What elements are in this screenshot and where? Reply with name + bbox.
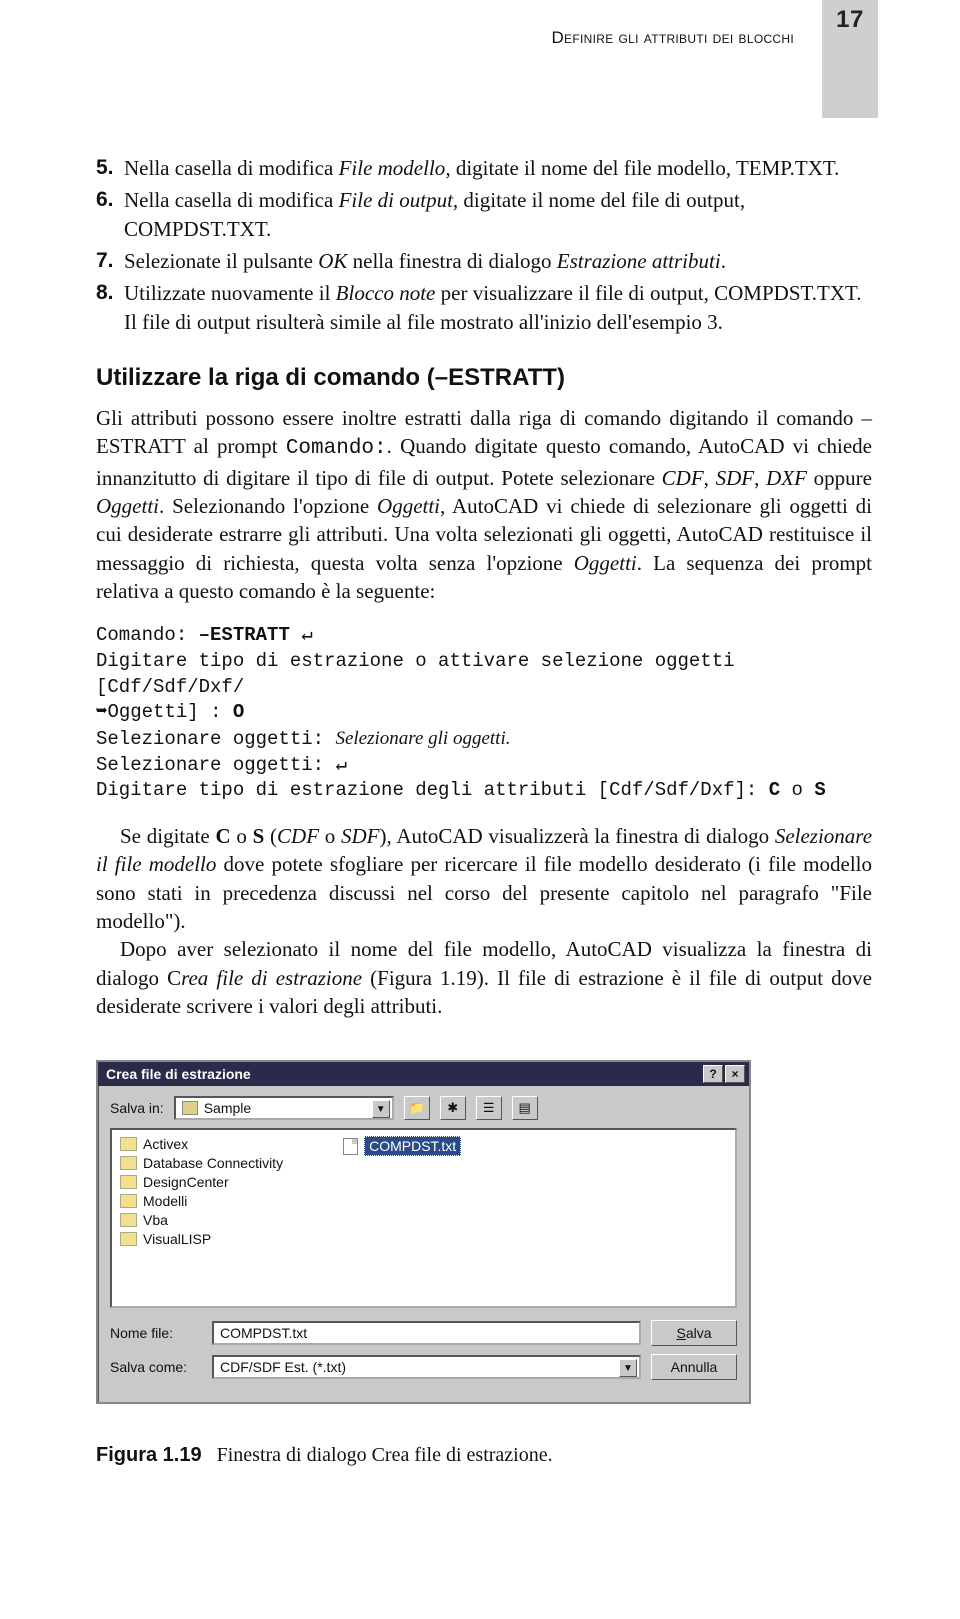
step-item: 7.Selezionate il pulsante OK nella fines… [96,247,872,275]
header-title: Definire gli attributi dei blocchi [551,28,794,48]
list-item[interactable]: DesignCenter [120,1174,283,1190]
filename-field[interactable]: COMPDST.txt [212,1321,641,1345]
chevron-down-icon[interactable]: ▼ [372,1100,390,1118]
close-icon[interactable]: × [725,1065,745,1083]
list-item[interactable]: Vba [120,1212,283,1228]
step-item: 5.Nella casella di modifica File modello… [96,154,872,182]
folder-icon [120,1156,137,1170]
folder-icon [182,1101,198,1115]
paragraph-after-1: Se digitate C o S (CDF o SDF), AutoCAD v… [96,822,872,935]
step-text: Selezionate il pulsante OK nella finestr… [124,247,872,275]
savein-label: Salva in: [110,1100,164,1116]
caption-text: Finestra di dialogo Crea file di estrazi… [217,1444,553,1466]
running-header: Definire gli attributi dei blocchi 17 [0,0,960,118]
file-icon [343,1138,358,1155]
help-icon[interactable]: ? [703,1065,723,1083]
page-number: 17 [836,6,864,34]
step-number: 6. [96,186,124,243]
filename-value: COMPDST.txt [220,1325,307,1341]
step-item: 8.Utilizzate nuovamente il Blocco note p… [96,279,872,336]
step-number: 8. [96,279,124,336]
save-button[interactable]: Salva [651,1320,737,1346]
savetype-value: CDF/SDF Est. (*.txt) [220,1359,346,1375]
dialog-titlebar: Crea file di estrazione ? × [98,1062,749,1086]
details-view-icon[interactable]: ▤ [512,1096,538,1120]
command-block: Comando: –ESTRATT ↵Digitare tipo di estr… [96,623,872,803]
section-heading: Utilizzare la riga di comando (–ESTRATT) [96,364,872,392]
page-number-box: 17 [822,0,878,118]
numbered-steps: 5.Nella casella di modifica File modello… [96,154,872,336]
selected-file: COMPDST.txt [364,1136,461,1156]
up-folder-icon[interactable]: 📁 [404,1096,430,1120]
dialog-title: Crea file di estrazione [106,1066,251,1082]
step-text: Nella casella di modifica File modello, … [124,154,872,182]
step-number: 7. [96,247,124,275]
caption-label: Figura 1.19 [96,1444,202,1466]
folder-icon [120,1194,137,1208]
step-item: 6.Nella casella di modifica File di outp… [96,186,872,243]
step-text: Utilizzate nuovamente il Blocco note per… [124,279,872,336]
savein-value: Sample [204,1100,251,1116]
new-folder-icon[interactable]: ✱ [440,1096,466,1120]
savetype-dropdown[interactable]: CDF/SDF Est. (*.txt) ▼ [212,1355,641,1379]
list-item[interactable]: Activex [120,1136,283,1152]
step-number: 5. [96,154,124,182]
paragraph-intro: Gli attributi possono essere inoltre est… [96,404,872,605]
step-text: Nella casella di modifica File di output… [124,186,872,243]
list-view-icon[interactable]: ☰ [476,1096,502,1120]
file-list[interactable]: Activex Database Connectivity DesignCenter… [110,1128,737,1308]
savetype-label: Salva come: [110,1359,202,1375]
savein-dropdown[interactable]: Sample ▼ [174,1096,394,1120]
folder-icon [120,1213,137,1227]
figure: Crea file di estrazione ? × Salva in: Sa… [96,1060,872,1404]
filename-label: Nome file: [110,1325,202,1341]
list-item[interactable]: VisualLISP [120,1231,283,1247]
list-item[interactable]: Database Connectivity [120,1155,283,1171]
figure-caption: Figura 1.19 Finestra di dialogo Crea fil… [96,1444,872,1467]
list-item[interactable]: COMPDST.txt [343,1136,461,1156]
folder-icon [120,1232,137,1246]
list-item[interactable]: Modelli [120,1193,283,1209]
paragraph-after-2: Dopo aver selezionato il nome del file m… [96,935,872,1020]
cancel-button[interactable]: Annulla [651,1354,737,1380]
folder-icon [120,1175,137,1189]
folder-icon [120,1137,137,1151]
dialog-window: Crea file di estrazione ? × Salva in: Sa… [96,1060,751,1404]
chevron-down-icon[interactable]: ▼ [619,1359,637,1377]
